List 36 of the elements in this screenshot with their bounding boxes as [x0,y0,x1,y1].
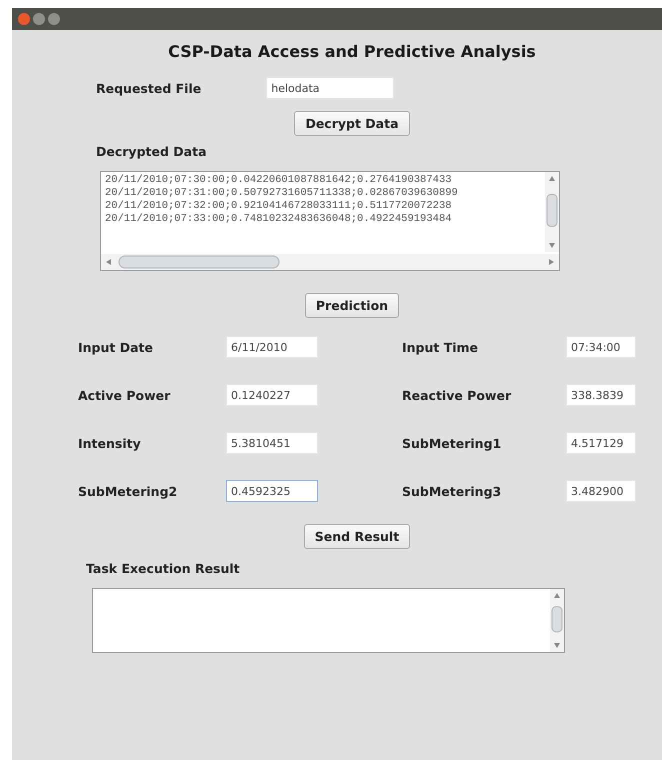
data-line: 20/11/2010;07:32:00;0.92104146728033111;0.5117720072238 [105,200,453,213]
result-area[interactable] [92,588,565,653]
field-label: SubMetering3 [402,484,502,498]
decrypted-data-area[interactable] [100,171,560,271]
send-result-button[interactable]: Send Result [304,524,410,549]
decrypt-data-button[interactable]: Decrypt Data [294,111,410,136]
maximize-icon[interactable] [48,13,60,25]
field-label: Input Time [402,340,480,354]
value-field[interactable]: 07:34:00 [566,336,636,358]
requested-file-field[interactable]: helodata [266,77,394,99]
value-field[interactable]: 6/11/2010 [226,336,318,358]
horizontal-scrollbar[interactable] [101,254,559,270]
value-field[interactable]: 0.4592325 [226,480,318,502]
vertical-scrollbar[interactable] [550,589,564,652]
field-label: Intensity [78,436,142,450]
vertical-scrollbar[interactable] [545,172,559,252]
close-icon[interactable] [18,13,30,25]
field-label: Input Date [78,340,154,354]
field-label: SubMetering1 [402,436,502,450]
minimize-icon[interactable] [33,13,45,25]
field-label: SubMetering2 [78,484,178,498]
data-line: 20/11/2010;07:33:00;0.74810232483636048;0.4922459193484 [105,213,453,226]
value-field[interactable]: 0.1240227 [226,384,318,406]
value-field[interactable]: 5.3810451 [226,432,318,454]
value-field[interactable]: 338.3839 [566,384,636,406]
field-label: Active Power [78,388,172,402]
data-line: 20/11/2010;07:31:00;0.50792731605711338;0.02867039630899 [105,187,459,200]
section-label: Task Execution Result [86,561,240,576]
value-field[interactable]: 4.517129 [566,432,636,454]
window-title: CSP-Data Access and Predictive Analysis [167,42,537,61]
section-label: Decrypted Data [96,144,206,159]
field-label: Requested File [96,80,202,96]
prediction-button[interactable]: Prediction [304,293,400,318]
value-field[interactable]: 3.482900 [566,480,636,502]
data-line: 20/11/2010;07:30:00;0.04220601087881642;0.2764190387433 [105,174,453,187]
field-label: Reactive Power [402,388,512,402]
